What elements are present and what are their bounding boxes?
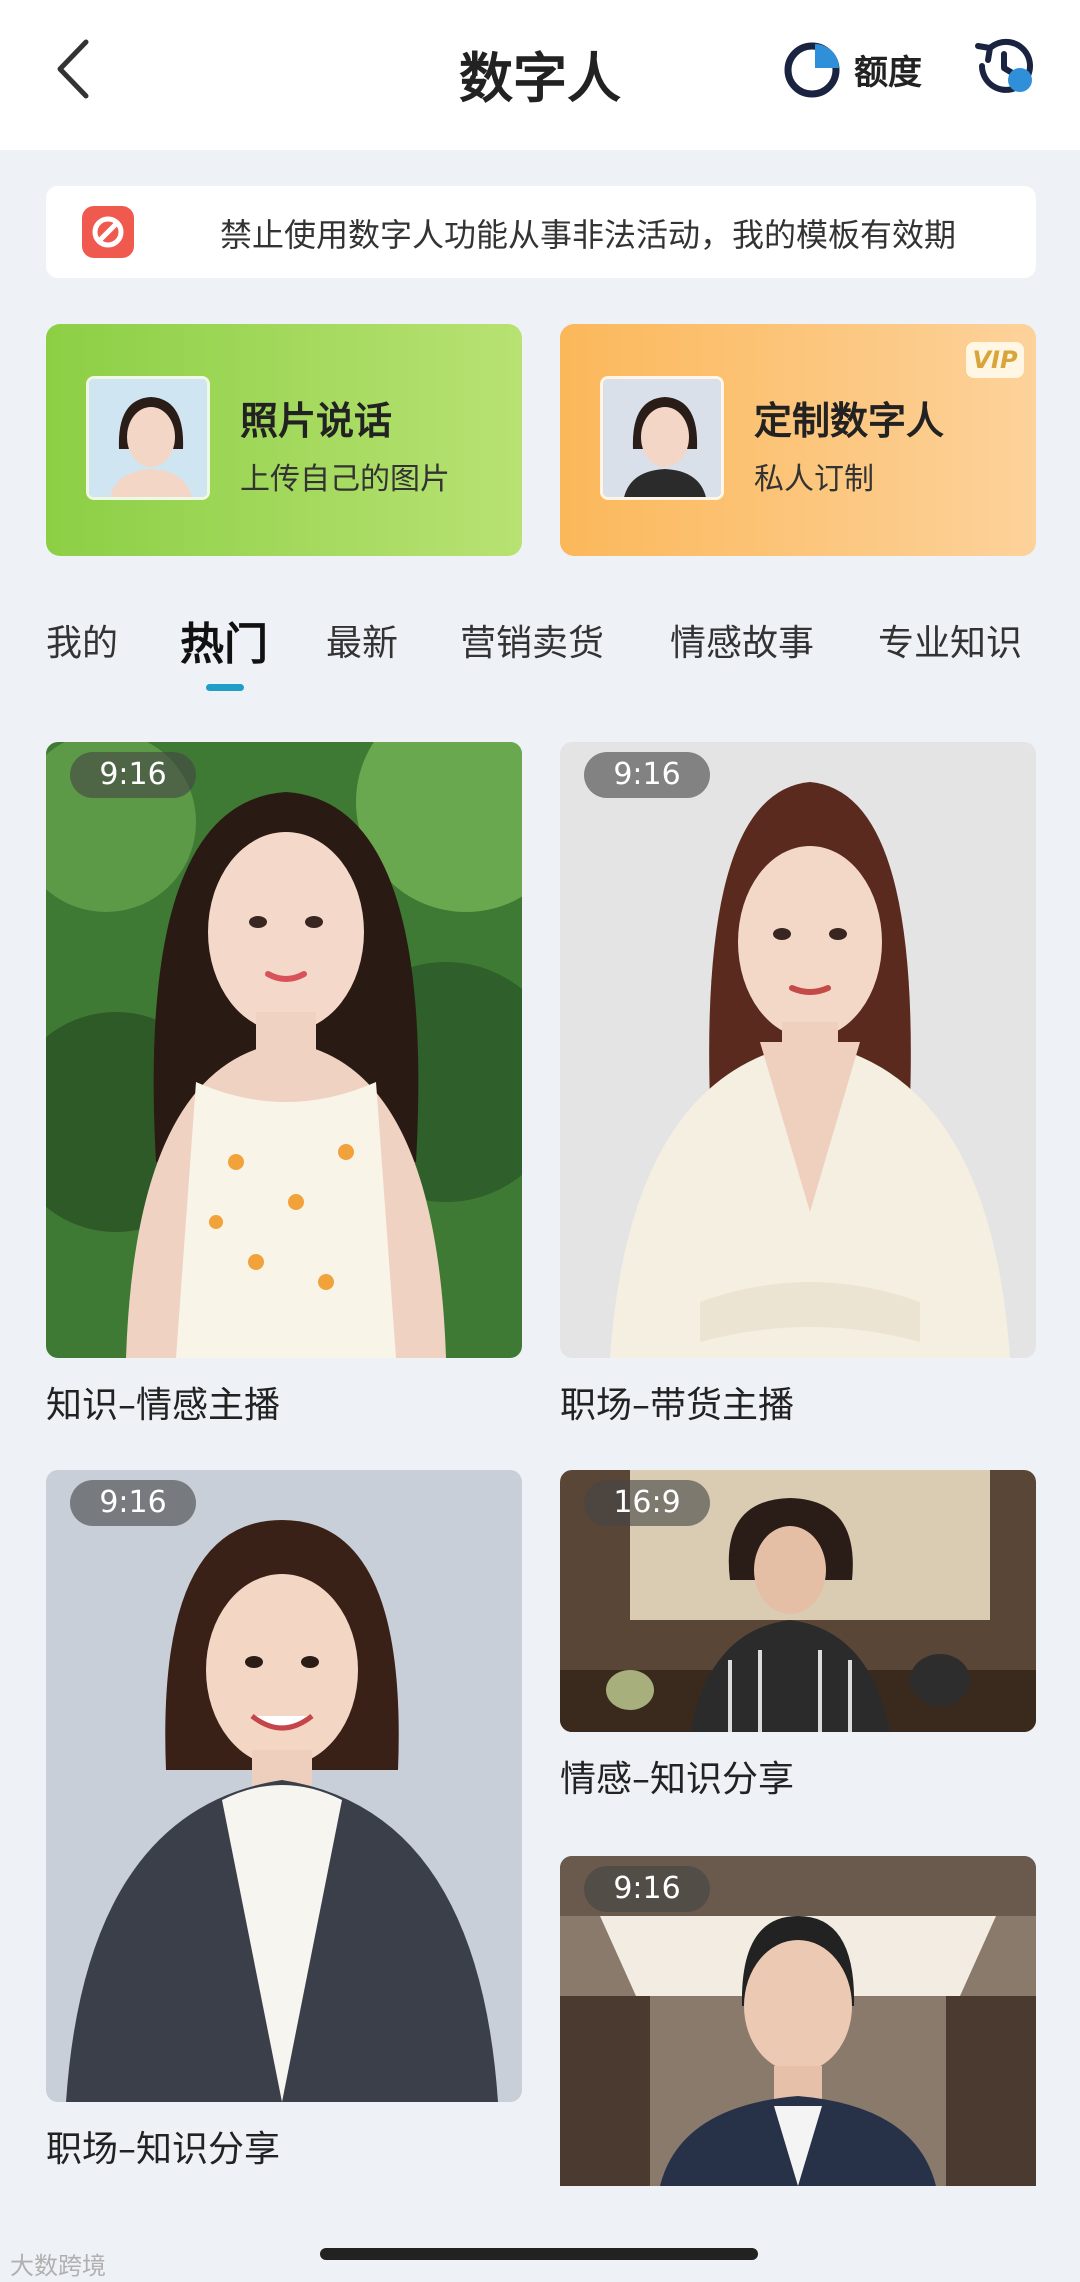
tab-professional[interactable]: 专业知识 bbox=[878, 614, 1022, 666]
active-tab-indicator bbox=[206, 684, 244, 691]
pie-chart-icon bbox=[784, 42, 840, 98]
feature-subtitle: 上传自己的图片 bbox=[240, 462, 450, 497]
feature-title: 照片说话 bbox=[240, 399, 393, 443]
photo-talk-card[interactable]: 照片说话 上传自己的图片 bbox=[46, 324, 522, 556]
tab-mine[interactable]: 我的 bbox=[46, 614, 118, 666]
watermark: 大数跨境 bbox=[10, 2252, 106, 2280]
template-card[interactable]: 9:16 bbox=[560, 1856, 1036, 2186]
category-tabs: 我的 热门 最新 营销卖货 情感故事 专业知识 bbox=[46, 614, 1046, 694]
tab-emotion-stories[interactable]: 情感故事 bbox=[670, 614, 814, 666]
aspect-ratio-badge: 9:16 bbox=[584, 752, 710, 798]
template-preview: 9:16 bbox=[560, 742, 1036, 1358]
template-preview: 16:9 bbox=[560, 1470, 1036, 1732]
avatar-thumbnail bbox=[600, 376, 724, 500]
tab-hot[interactable]: 热门 bbox=[180, 608, 268, 672]
portrait-image bbox=[46, 1470, 522, 2102]
aspect-ratio-badge: 9:16 bbox=[70, 1480, 196, 1526]
quota-label: 额度 bbox=[854, 52, 922, 93]
template-caption: 职场–知识分享 bbox=[46, 2129, 281, 2170]
feature-subtitle: 私人订制 bbox=[754, 462, 874, 497]
template-card[interactable]: 9:16 职场–带货主播 bbox=[560, 742, 1036, 1428]
template-card[interactable]: 9:16 职场–知识分享 bbox=[46, 1470, 522, 2172]
history-icon[interactable] bbox=[970, 32, 1040, 102]
quota-button[interactable]: 额度 bbox=[782, 36, 922, 102]
aspect-ratio-badge: 16:9 bbox=[584, 1480, 710, 1526]
template-preview: 9:16 bbox=[560, 1856, 1036, 2186]
home-indicator[interactable] bbox=[320, 2248, 758, 2260]
portrait-image bbox=[46, 742, 522, 1358]
notice-bar[interactable]: 禁止使用数字人功能从事非法活动，我的模板有效期 bbox=[46, 186, 1036, 278]
feature-title: 定制数字人 bbox=[754, 399, 945, 443]
notice-text: 禁止使用数字人功能从事非法活动，我的模板有效期 bbox=[220, 216, 957, 254]
template-card[interactable]: 16:9 情感–知识分享 bbox=[560, 1470, 1036, 1802]
aspect-ratio-badge: 9:16 bbox=[584, 1866, 710, 1912]
template-caption: 职场–带货主播 bbox=[560, 1385, 795, 1426]
template-caption: 知识–情感主播 bbox=[46, 1385, 281, 1426]
template-preview: 9:16 bbox=[46, 742, 522, 1358]
prohibit-icon bbox=[82, 206, 134, 258]
top-bar: 数字人 额度 bbox=[0, 0, 1080, 150]
avatar-thumbnail bbox=[86, 376, 210, 500]
template-caption: 情感–知识分享 bbox=[560, 1759, 795, 1800]
template-preview: 9:16 bbox=[46, 1470, 522, 2102]
vip-badge: VIP bbox=[966, 342, 1024, 378]
aspect-ratio-badge: 9:16 bbox=[70, 752, 196, 798]
template-card[interactable]: 9:16 知识–情感主播 bbox=[46, 742, 522, 1428]
tab-marketing[interactable]: 营销卖货 bbox=[460, 614, 604, 666]
portrait-image bbox=[560, 742, 1036, 1358]
custom-avatar-card[interactable]: 定制数字人 私人订制 VIP bbox=[560, 324, 1036, 556]
tab-latest[interactable]: 最新 bbox=[326, 614, 398, 666]
